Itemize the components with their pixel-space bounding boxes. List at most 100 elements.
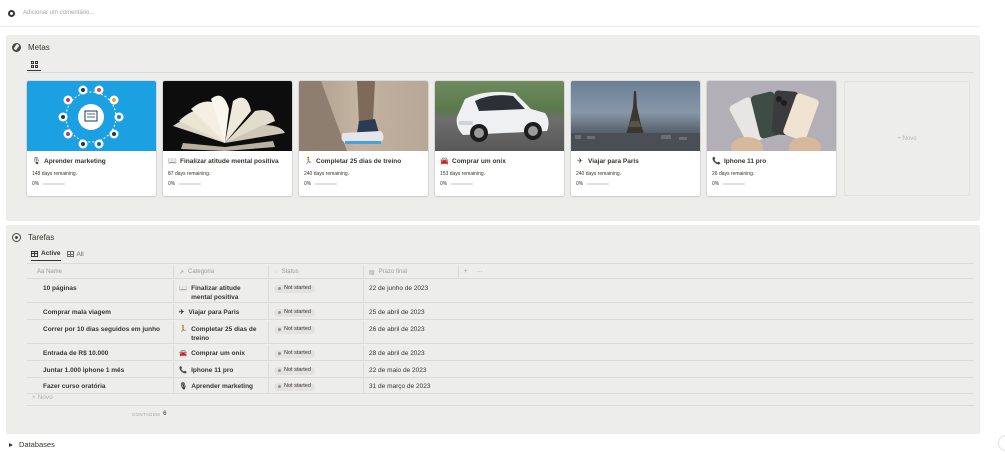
row-status[interactable]: Not started xyxy=(269,321,364,343)
table-icon xyxy=(66,251,74,257)
row-category[interactable]: 🎙 Aprender marketing xyxy=(174,378,269,393)
card-title: Finalizar atitude mental positiva xyxy=(180,157,279,165)
row-due[interactable]: 26 de abril de 2023 xyxy=(364,321,459,343)
target-icon xyxy=(12,233,21,242)
help-button[interactable] xyxy=(998,435,1005,451)
tab-all[interactable]: All xyxy=(66,249,84,261)
row-name[interactable]: Fazer curso oratória xyxy=(27,378,174,393)
card-title: Iphone 11 pro xyxy=(724,157,767,165)
microphone-icon: 🎙 xyxy=(179,383,188,390)
row-category[interactable]: 🚘 Comprar um onix xyxy=(174,345,269,360)
progress-label: 0% xyxy=(304,181,312,187)
arrow-up-right-icon: ↗ xyxy=(179,269,185,276)
row-name[interactable]: Entrada de R$ 10.000 xyxy=(27,345,174,360)
days-remaining: 148 days remaining. xyxy=(32,171,78,177)
table-icon xyxy=(31,250,38,257)
row-status[interactable]: Not started xyxy=(269,304,364,319)
progress-label: 0% xyxy=(712,181,720,187)
progress-bar xyxy=(179,183,202,185)
running-icon: 🏃 xyxy=(179,326,188,333)
row-due[interactable]: 31 de março de 2023 xyxy=(364,378,459,393)
triangle-right-icon xyxy=(9,442,13,447)
row-name[interactable]: Juntar 1.000 iphone 1 mês xyxy=(27,362,174,377)
status-badge: Not started xyxy=(274,349,315,358)
table-row[interactable]: Juntar 1.000 iphone 1 mês 📞 Iphone 11 pro… xyxy=(27,362,974,378)
table-header: Aa Name ↗ Categoria ◌ Status ▤ Prazo final … xyxy=(27,265,974,279)
table-row[interactable]: Correr por 10 dias seguidos em junho 🏃 Co… xyxy=(27,321,974,344)
row-category[interactable]: 📖 Finalizar atitude mental positiva xyxy=(174,280,269,302)
avatar xyxy=(8,9,15,17)
car-image xyxy=(435,81,564,151)
days-remaining: 26 days remaining. xyxy=(712,171,755,177)
count-label: CONTAGEM xyxy=(132,411,161,417)
row-status[interactable]: Not started xyxy=(269,378,364,393)
gallery-card-iphone[interactable]: 📞 Iphone 11 pro 26 days remaining. 0% xyxy=(707,81,836,196)
iphone-image xyxy=(707,81,836,151)
row-name[interactable]: Correr por 10 dias seguidos em junho xyxy=(27,321,174,343)
phone-icon: 📞 xyxy=(179,367,188,374)
status-icon: ◌ xyxy=(274,269,278,275)
new-row-button[interactable]: + Novo xyxy=(32,394,53,401)
row-category[interactable]: 🏃 Completar 25 dias de treino xyxy=(174,321,269,343)
divider xyxy=(0,26,980,27)
gallery-card-aprender-marketing[interactable]: 🎙 Aprender marketing 148 days remaining. … xyxy=(27,81,156,196)
card-title: Viajar para Paris xyxy=(588,157,639,165)
phone-icon: 📞 xyxy=(712,158,721,165)
column-due[interactable]: ▤ Prazo final xyxy=(364,265,459,279)
gallery-view-tab[interactable] xyxy=(27,59,41,71)
comment-row[interactable]: Adicionar um comentário... xyxy=(8,8,94,18)
row-due[interactable]: 28 de abril de 2023 xyxy=(364,345,459,360)
metas-title[interactable]: Metas xyxy=(28,43,50,52)
days-remaining: 240 days remaining. xyxy=(576,171,622,177)
databases-toggle[interactable]: Databases xyxy=(9,440,55,449)
progress-bar xyxy=(451,183,474,185)
tarefas-title[interactable]: Tarefas xyxy=(28,233,54,242)
count-footer[interactable]: CONTAGEM 6 xyxy=(132,411,166,417)
row-status[interactable]: Not started xyxy=(269,345,364,360)
days-remaining: 240 days remaining. xyxy=(304,171,350,177)
row-due[interactable]: 22 de junho de 2023 xyxy=(364,280,459,302)
running-image xyxy=(299,81,428,151)
book-icon: 📖 xyxy=(168,158,177,165)
row-name[interactable]: 10 páginas xyxy=(27,280,174,302)
days-remaining: 87 days remaining. xyxy=(168,171,211,177)
marketing-image xyxy=(27,81,156,151)
table-row[interactable]: Fazer curso oratória 🎙 Aprender marketing… xyxy=(27,378,974,394)
table-row[interactable]: 10 páginas 📖 Finalizar atitude mental pos… xyxy=(27,280,974,303)
view-tabs: Active All xyxy=(31,249,84,261)
new-card-button[interactable]: + Novo xyxy=(844,81,970,196)
gallery-card-completar-treino[interactable]: 🏃 Completar 25 dias de treino 240 days re… xyxy=(299,81,428,196)
card-title: Aprender marketing xyxy=(44,157,106,165)
grid-icon xyxy=(30,61,38,68)
add-column-icon[interactable]: + xyxy=(464,269,468,275)
tarefas-header: Tarefas xyxy=(12,233,54,242)
car-icon: 🚘 xyxy=(440,158,449,165)
status-badge: Not started xyxy=(274,382,315,391)
gallery-card-comprar-onix[interactable]: 🚘 Comprar um onix 153 days remaining. 0% xyxy=(435,81,564,196)
tarefas-section: Tarefas Active All Aa Name ↗ Categoria ◌ S… xyxy=(6,225,980,434)
microphone-icon: 🎙 xyxy=(32,158,41,165)
gallery-card-viajar-paris[interactable]: ✈ Viajar para Paris 240 days remaining. 0… xyxy=(571,81,700,196)
column-category[interactable]: ↗ Categoria xyxy=(174,265,269,279)
row-due[interactable]: 25 de abril de 2023 xyxy=(364,304,459,319)
table-row[interactable]: Entrada de R$ 10.000 🚘 Comprar um onix No… xyxy=(27,345,974,361)
more-icon[interactable]: ··· xyxy=(477,269,483,275)
row-status[interactable]: Not started xyxy=(269,362,364,377)
row-category[interactable]: ✈ Viajar para Paris xyxy=(174,304,269,319)
card-title: Comprar um onix xyxy=(452,157,506,165)
comment-input[interactable]: Adicionar um comentário... xyxy=(23,10,94,16)
column-status[interactable]: ◌ Status xyxy=(269,265,364,279)
progress-bar xyxy=(315,183,338,185)
tab-active[interactable]: Active xyxy=(31,249,61,261)
metas-header: Metas xyxy=(12,43,50,52)
table-row[interactable]: Comprar mala viagem ✈ Viajar para Paris N… xyxy=(27,304,974,320)
row-due[interactable]: 22 de maio de 2023 xyxy=(364,362,459,377)
row-category[interactable]: 📞 Iphone 11 pro xyxy=(174,362,269,377)
row-status[interactable]: Not started xyxy=(269,280,364,302)
airplane-icon: ✈ xyxy=(577,158,583,165)
column-name[interactable]: Aa Name xyxy=(27,265,174,279)
row-name[interactable]: Comprar mala viagem xyxy=(27,304,174,319)
gallery-card-finalizar-atitude[interactable]: 📖 Finalizar atitude mental positiva 87 da… xyxy=(163,81,292,196)
car-icon: 🚘 xyxy=(179,350,188,357)
progress-label: 0% xyxy=(168,181,176,187)
